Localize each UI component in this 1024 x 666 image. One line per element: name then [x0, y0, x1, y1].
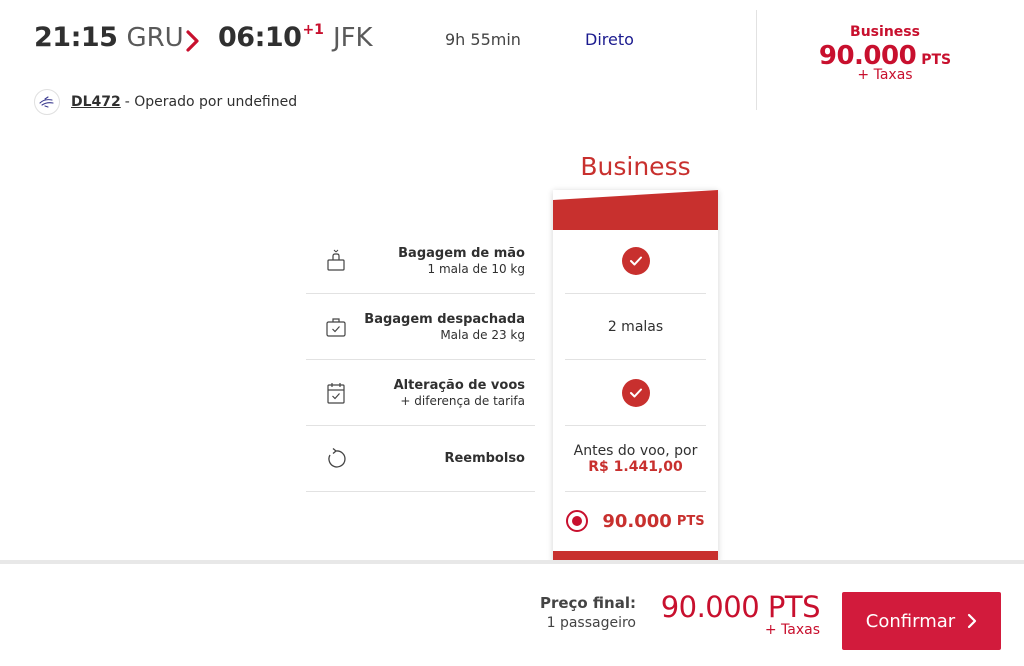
benefit-checked-bag: Bagagem despachada Mala de 23 kg — [306, 294, 535, 360]
chevron-right-icon — [968, 613, 977, 629]
flight-info: DL472 - Operado por undefined — [34, 89, 297, 115]
benefit-title: Bagagem de mão — [398, 245, 525, 261]
refund-icon — [328, 448, 346, 468]
fare-column-title: Business — [580, 152, 691, 181]
benefit-checked-bag-text: Bagagem despachada Mala de 23 kg — [364, 294, 525, 359]
final-price-amount: 90.000 PTS — [660, 590, 821, 624]
fare-price-amount: 90.000 — [602, 510, 672, 532]
departure-airport: GRU — [126, 23, 184, 53]
final-price-block: 90.000 PTS + Taxas — [660, 590, 821, 638]
final-price-label: Preço final: — [539, 594, 636, 612]
check-icon — [621, 378, 650, 407]
benefit-change-text: Alteração de voos + diferença de tarifa — [394, 360, 525, 425]
checkout-footer: Preço final: 1 passageiro 90.000 PTS + T… — [0, 560, 1024, 666]
fare-cell-checked-bags: 2 malas — [565, 294, 706, 360]
arrival-time: 06:10 — [218, 22, 302, 53]
fare-cell-refund: Antes do voo, por R$ 1.441,00 — [565, 426, 706, 492]
departure: 21:15 GRU — [34, 22, 184, 53]
arrival-day-offset: +1 — [302, 22, 324, 38]
calendar-change-icon — [327, 383, 345, 404]
benefit-carry-on-text: Bagagem de mão 1 mala de 10 kg — [398, 228, 525, 293]
fare-radio-selected[interactable] — [566, 510, 589, 532]
header-cabin: Business — [850, 24, 920, 40]
carry-on-bag-icon — [327, 249, 345, 271]
fare-price-unit: PTS — [676, 513, 705, 529]
arrival: 06:10 +1 JFK — [218, 22, 373, 53]
header-price: Business 90.000 PTS + Taxas — [800, 24, 970, 83]
benefit-subtitle: Mala de 23 kg — [440, 327, 525, 342]
fare-cell-change — [565, 360, 706, 426]
benefit-refund: Reembolso — [306, 426, 535, 492]
fare-column-header — [553, 190, 718, 230]
checked-bag-icon — [326, 318, 346, 337]
benefits-list: Bagagem de mão 1 mala de 10 kg Bagagem d… — [306, 228, 535, 492]
check-icon — [621, 246, 650, 275]
checked-bags-value: 2 malas — [607, 318, 664, 335]
header-divider — [756, 10, 757, 110]
refund-amount: R$ 1.441,00 — [588, 458, 683, 475]
fare-column-card[interactable]: 2 malas Antes do voo, por R$ 1.441,00 90… — [553, 190, 718, 562]
flight-duration: 9h 55min — [445, 30, 521, 49]
passenger-count: 1 passageiro — [546, 615, 636, 631]
arrival-airport: JFK — [332, 23, 373, 53]
flight-fare-page: 21:15 GRU 06:10 +1 JFK 9h 55min Direto B… — [0, 0, 1024, 666]
chevron-right-icon — [186, 30, 199, 52]
fare-price-option[interactable]: 90.000 PTS — [565, 492, 706, 550]
benefit-subtitle: + diferença de tarifa — [400, 393, 525, 408]
flight-number-link[interactable]: DL472 — [71, 94, 121, 110]
benefit-refund-text: Reembolso — [444, 426, 525, 491]
final-label-block: Preço final: 1 passageiro — [520, 594, 636, 631]
benefit-title: Reembolso — [444, 451, 525, 466]
departure-time: 21:15 — [34, 22, 118, 53]
fare-price-radio-row[interactable]: 90.000 PTS — [566, 510, 705, 532]
fare-cell-carry-on — [565, 228, 706, 294]
final-price-taxes: + Taxas — [764, 622, 820, 638]
confirm-button-label: Confirmar — [865, 610, 956, 632]
benefit-title: Bagagem despachada — [364, 311, 525, 327]
benefit-change: Alteração de voos + diferença de tarifa — [306, 360, 535, 426]
confirm-button[interactable]: Confirmar — [842, 592, 1001, 650]
benefit-subtitle: 1 mala de 10 kg — [427, 261, 525, 276]
header-unit: PTS — [921, 52, 952, 68]
flight-stops: Direto — [585, 30, 634, 49]
airline-logo-icon — [34, 89, 60, 115]
refund-text: Antes do voo, por — [573, 442, 698, 459]
operated-by: - Operado por undefined — [124, 94, 298, 110]
radio-dot — [572, 516, 583, 526]
benefit-carry-on: Bagagem de mão 1 mala de 10 kg — [306, 228, 535, 294]
benefit-title: Alteração de voos — [393, 377, 525, 393]
